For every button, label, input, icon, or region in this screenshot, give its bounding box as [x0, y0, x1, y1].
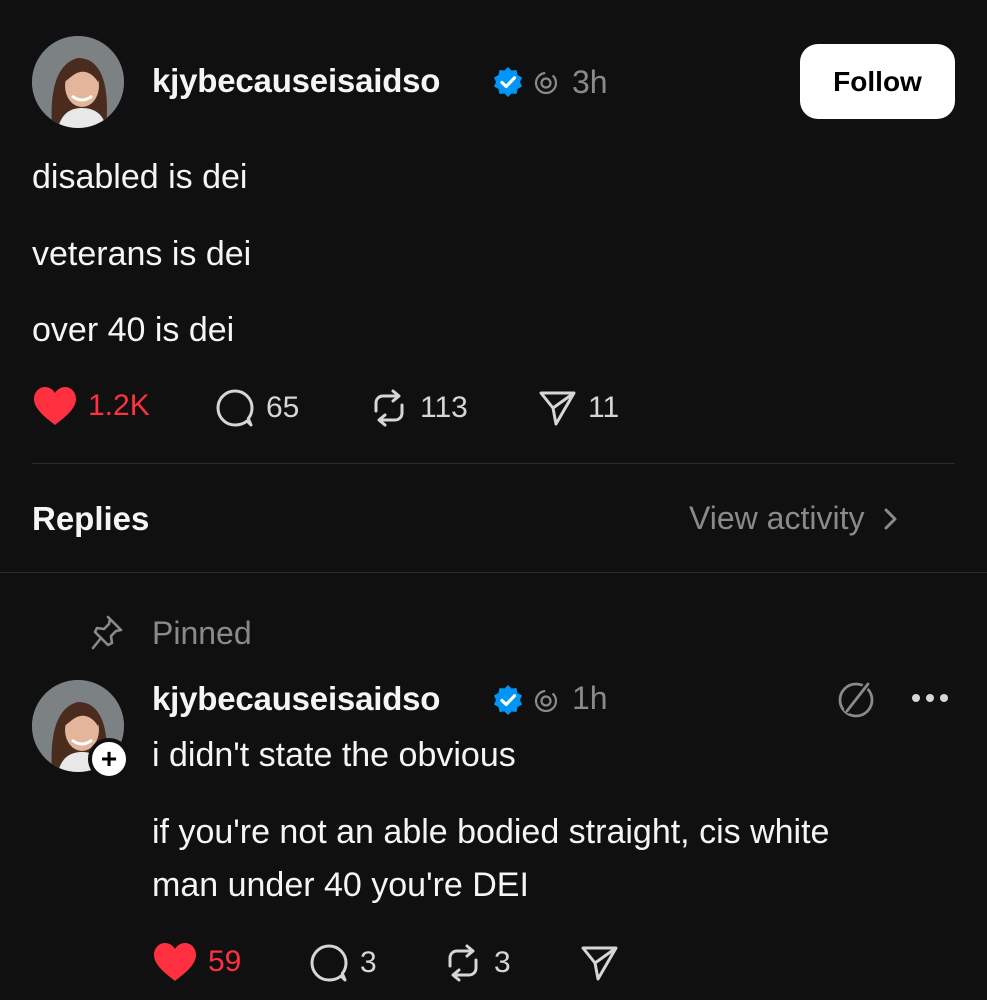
repost-icon: [448, 944, 478, 982]
follow-plus-icon[interactable]: +: [88, 738, 130, 780]
hide-reply-icon[interactable]: [835, 679, 877, 721]
send-icon: [581, 946, 618, 981]
reply-like-button[interactable]: 59: [152, 942, 241, 982]
threads-icon: [534, 689, 558, 713]
reply-comment-button[interactable]: 3: [308, 942, 377, 984]
avatar[interactable]: [32, 36, 124, 128]
divider: [32, 463, 955, 464]
reply-text-line: if you're not an able bodied straight, c…: [152, 813, 830, 851]
like-button[interactable]: 1.2K: [32, 386, 150, 426]
verified-badge-icon: [494, 67, 522, 97]
comment-button[interactable]: 65: [214, 387, 299, 429]
view-activity-label: View activity: [689, 500, 865, 536]
reply-text-line: i didn't state the obvious: [152, 736, 516, 774]
heart-icon: [154, 943, 196, 981]
like-count: 1.2K: [88, 389, 150, 422]
reply-repost-button[interactable]: 3: [442, 942, 511, 984]
post-timestamp: 3h: [572, 64, 608, 100]
share-button[interactable]: 11: [536, 387, 619, 429]
repost-count: 113: [420, 391, 468, 424]
follow-button[interactable]: Follow: [800, 44, 955, 119]
share-count: 11: [588, 391, 620, 424]
reply-timestamp: 1h: [572, 680, 608, 716]
more-options-icon[interactable]: [910, 692, 950, 704]
post-text-line: over 40 is dei: [32, 311, 235, 349]
reply-share-button[interactable]: [578, 942, 620, 984]
verified-badge-icon: [494, 685, 522, 715]
view-activity-link[interactable]: View activity: [689, 500, 904, 537]
pinned-label: Pinned: [152, 614, 252, 651]
reply-like-count: 59: [208, 945, 242, 978]
reply-repost-count: 3: [494, 946, 511, 979]
post-username[interactable]: kjybecauseisaidso: [152, 62, 440, 100]
chevron-right-icon: [884, 508, 897, 529]
repost-button[interactable]: 113: [368, 387, 468, 429]
reply-username[interactable]: kjybecauseisaidso: [152, 680, 440, 718]
pinned-indicator: Pinned: [90, 614, 252, 652]
comment-icon: [216, 389, 254, 427]
repost-icon: [374, 389, 404, 427]
comment-icon: [310, 944, 348, 982]
post-text-line: disabled is dei: [32, 158, 248, 196]
threads-icon: [534, 71, 558, 95]
replies-title: Replies: [32, 500, 150, 537]
pin-icon: [91, 615, 123, 650]
comment-count: 65: [266, 391, 300, 424]
heart-icon: [34, 387, 76, 425]
send-icon: [539, 391, 576, 426]
reply-text-line: man under 40 you're DEI: [152, 866, 529, 904]
post-text-line: veterans is dei: [32, 235, 252, 273]
reply-comment-count: 3: [360, 946, 377, 979]
section-divider: [0, 572, 987, 573]
